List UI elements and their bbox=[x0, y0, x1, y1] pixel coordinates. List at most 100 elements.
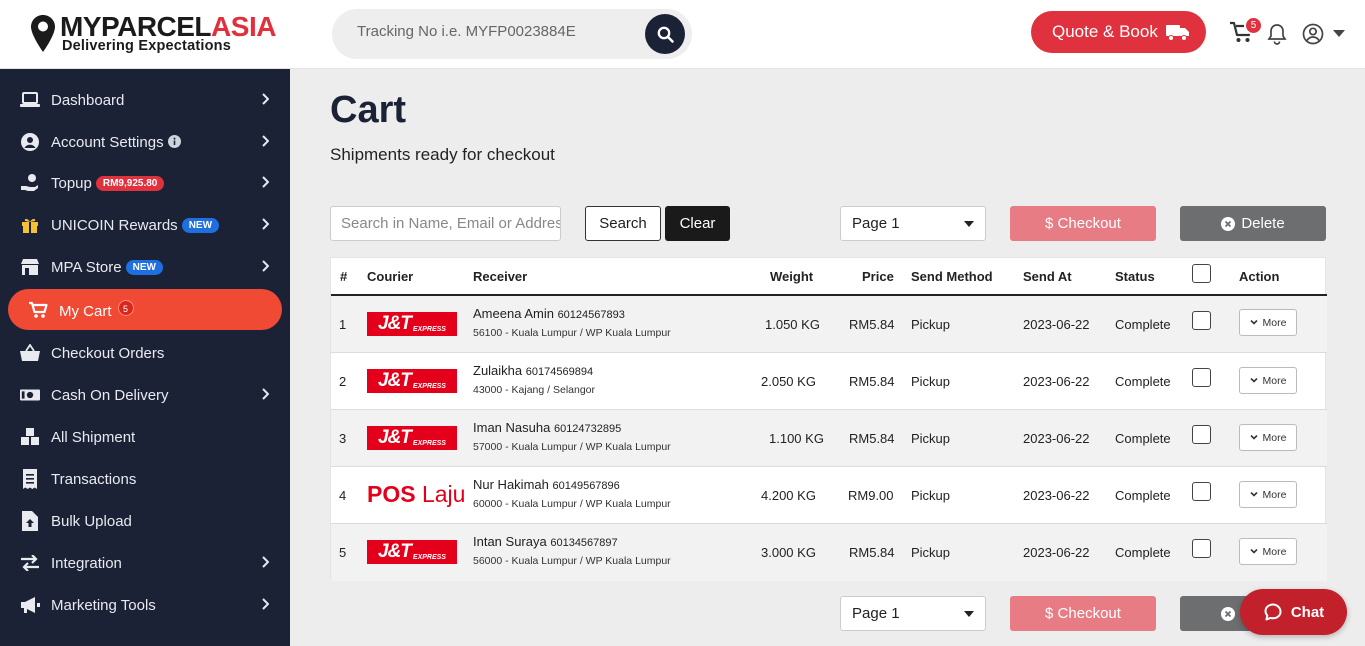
sidebar-item-transactions[interactable]: Transactions bbox=[0, 458, 290, 500]
search-button[interactable]: Search bbox=[585, 206, 661, 241]
sidebar-item-bulk-upload[interactable]: Bulk Upload bbox=[0, 500, 290, 542]
jt-express-logo: J&T EXPRESS bbox=[367, 426, 457, 450]
page-title: Cart bbox=[330, 89, 407, 131]
col-send-at: Send At bbox=[1023, 269, 1072, 284]
caret-down-icon[interactable] bbox=[1333, 30, 1345, 37]
quote-and-book-button[interactable]: Quote & Book bbox=[1031, 11, 1206, 53]
close-circle-icon bbox=[1221, 216, 1236, 231]
tracking-input[interactable] bbox=[357, 23, 657, 40]
exchange-icon bbox=[20, 553, 40, 573]
sidebar-item-integration[interactable]: Integration bbox=[0, 542, 290, 584]
sidebar-item-mpa-store[interactable]: MPA Store NEW bbox=[0, 246, 290, 288]
sidebar-item-label: Topup bbox=[51, 174, 92, 192]
receiver-name: Zulaikha 60174569894 bbox=[473, 363, 594, 378]
sidebar-item-checkout-orders[interactable]: Checkout Orders bbox=[0, 332, 290, 374]
receiver-name: Intan Suraya 60134567897 bbox=[473, 534, 618, 549]
main-content: Cart Shipments ready for checkout Search… bbox=[290, 69, 1365, 646]
file-upload-icon bbox=[20, 511, 40, 531]
boxes-icon bbox=[20, 427, 40, 447]
sidebar-item-topup[interactable]: Topup RM9,925.80 bbox=[0, 162, 290, 204]
cart-table: # Courier Receiver Weight Price Send Met… bbox=[330, 257, 1327, 581]
more-button[interactable]: More bbox=[1239, 481, 1297, 508]
price-value: RM5.84 bbox=[849, 545, 895, 560]
weight-value: 2.050 KG bbox=[761, 374, 816, 389]
store-icon bbox=[20, 257, 40, 277]
tracking-search-button[interactable] bbox=[645, 14, 685, 54]
row-number: 4 bbox=[339, 488, 347, 503]
jt-express-logo: J&T EXPRESS bbox=[367, 369, 457, 393]
row-checkbox[interactable] bbox=[1192, 482, 1211, 501]
cart-count-badge: 5 bbox=[117, 300, 134, 316]
checkout-button[interactable]: $ Checkout bbox=[1010, 206, 1156, 241]
sidebar-item-label: Dashboard bbox=[51, 91, 125, 109]
sidebar-item-label: My Cart bbox=[59, 303, 112, 320]
clear-button[interactable]: Clear bbox=[665, 206, 730, 241]
more-button[interactable]: More bbox=[1239, 538, 1297, 565]
gift-icon bbox=[20, 215, 40, 235]
row-number: 5 bbox=[339, 545, 347, 560]
location-pin-icon bbox=[31, 15, 55, 52]
caret-down-icon bbox=[964, 221, 974, 227]
col-num: # bbox=[340, 269, 348, 284]
chevron-down-icon bbox=[1249, 492, 1258, 497]
delete-button[interactable]: Delete bbox=[1180, 206, 1326, 241]
chat-bubble-icon bbox=[1264, 603, 1282, 621]
receiver-name: Nur Hakimah 60149567896 bbox=[473, 477, 620, 492]
more-button[interactable]: More bbox=[1239, 367, 1297, 394]
sidebar-item-label: Bulk Upload bbox=[51, 512, 132, 530]
status-text: Complete bbox=[1115, 374, 1171, 389]
chevron-down-icon bbox=[1249, 320, 1258, 325]
price-value: RM5.84 bbox=[849, 317, 895, 332]
chat-button[interactable]: Chat bbox=[1240, 589, 1347, 635]
send-at: 2023-06-22 bbox=[1023, 545, 1090, 560]
tracking-search-bar bbox=[332, 9, 692, 59]
sidebar-item-account-settings[interactable]: Account Settings bbox=[0, 121, 290, 163]
bell-icon[interactable] bbox=[1267, 23, 1287, 45]
chevron-right-icon bbox=[262, 598, 269, 610]
send-at: 2023-06-22 bbox=[1023, 431, 1090, 446]
receipt-icon bbox=[20, 469, 40, 489]
sidebar-item-label: Account Settings bbox=[51, 133, 164, 151]
row-checkbox[interactable] bbox=[1192, 368, 1211, 387]
sidebar-item-marketing-tools[interactable]: Marketing Tools bbox=[0, 584, 290, 626]
sidebar-item-my-cart[interactable]: My Cart 5 bbox=[0, 289, 290, 331]
receiver-name: Iman Nasuha 60124732895 bbox=[473, 420, 622, 435]
pos-laju-logo: POS Laju bbox=[367, 481, 466, 507]
page-select[interactable]: Page 1 bbox=[840, 206, 986, 241]
sidebar-item-cash-on-delivery[interactable]: Cash On Delivery bbox=[0, 374, 290, 416]
basket-icon bbox=[20, 343, 40, 363]
status-text: Complete bbox=[1115, 545, 1171, 560]
sidebar-item-unicoin-rewards[interactable]: UNICOIN Rewards NEW bbox=[0, 204, 290, 246]
row-checkbox[interactable] bbox=[1192, 311, 1211, 330]
more-button[interactable]: More bbox=[1239, 424, 1297, 451]
cart-search-input[interactable] bbox=[330, 206, 561, 241]
top-header: MYPARCELASIA Delivering Expectations Quo… bbox=[0, 0, 1365, 69]
col-action: Action bbox=[1239, 269, 1280, 284]
page-select-value: Page 1 bbox=[852, 605, 900, 622]
chevron-right-icon bbox=[262, 388, 269, 400]
checkout-button-bottom[interactable]: $ Checkout bbox=[1010, 596, 1156, 631]
sidebar-item-label: Marketing Tools bbox=[51, 596, 156, 614]
page-select-bottom[interactable]: Page 1 bbox=[840, 596, 986, 631]
col-courier: Courier bbox=[367, 269, 414, 284]
receiver-address: 60000 - Kuala Lumpur / WP Kuala Lumpur bbox=[473, 498, 671, 510]
sidebar-item-label: Cash On Delivery bbox=[51, 386, 169, 404]
receiver-address: 43000 - Kajang / Selangor bbox=[473, 384, 596, 396]
megaphone-icon bbox=[20, 595, 40, 615]
weight-value: 1.050 KG bbox=[765, 317, 820, 332]
receiver-address: 56100 - Kuala Lumpur / WP Kuala Lumpur bbox=[473, 327, 671, 339]
row-checkbox[interactable] bbox=[1192, 539, 1211, 558]
send-at: 2023-06-22 bbox=[1023, 374, 1090, 389]
search-icon bbox=[657, 26, 674, 43]
more-button[interactable]: More bbox=[1239, 309, 1297, 336]
table-row: 3 J&T EXPRESS Iman Nasuha 60124732895 570… bbox=[331, 410, 1327, 467]
sidebar-item-all-shipment[interactable]: All Shipment bbox=[0, 416, 290, 458]
price-value: RM5.84 bbox=[849, 431, 895, 446]
select-all-checkbox[interactable] bbox=[1192, 264, 1211, 283]
user-circle-icon[interactable] bbox=[1302, 23, 1324, 45]
chevron-right-icon bbox=[262, 218, 269, 230]
row-checkbox[interactable] bbox=[1192, 425, 1211, 444]
sidebar-item-dashboard[interactable]: Dashboard bbox=[0, 79, 290, 121]
weight-value: 1.100 KG bbox=[769, 431, 824, 446]
brand-logo[interactable]: MYPARCELASIA Delivering Expectations bbox=[30, 12, 280, 58]
